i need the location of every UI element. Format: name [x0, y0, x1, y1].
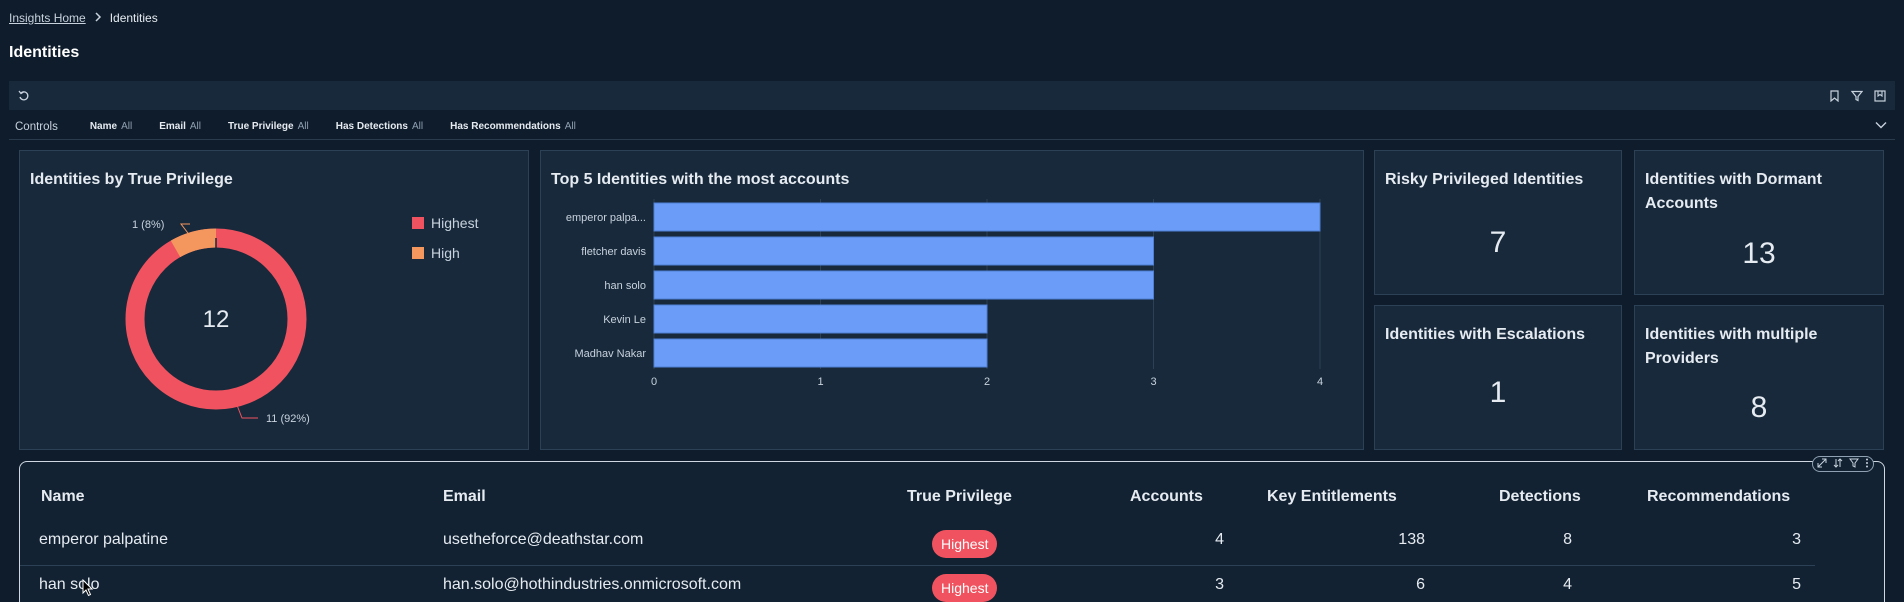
legend-item-high[interactable]: High [412, 238, 478, 268]
donut-label-high: 1 (8%) [132, 219, 164, 231]
filter-name[interactable]: Name All [90, 121, 132, 132]
column-header-email[interactable]: Email [443, 488, 486, 506]
y-category-label: Kevin Le [603, 314, 646, 326]
y-category-label: han solo [604, 280, 646, 292]
controls-label: Controls [15, 120, 58, 133]
column-header-detections[interactable]: Detections [1499, 488, 1581, 506]
bar[interactable] [653, 338, 988, 368]
y-category-label: emperor palpa... [566, 212, 646, 224]
x-tick-label: 0 [651, 376, 657, 388]
filter-label: Name [89, 121, 118, 132]
x-tick-label: 1 [817, 376, 823, 388]
bookmark-icon[interactable] [1827, 89, 1841, 103]
kpi-title: Identities with multiple Providers [1645, 326, 1818, 367]
column-header-accounts[interactable]: Accounts [1130, 488, 1203, 506]
column-header-recommendations[interactable]: Recommendations [1647, 488, 1790, 506]
sort-icon[interactable] [1833, 455, 1843, 473]
privilege-donut-chart: 12 1 (8%) 11 (92%) [125, 219, 310, 425]
kpi-escalations[interactable]: Identities with Escalations 1 [1374, 305, 1622, 450]
x-tick-label: 4 [1317, 376, 1323, 388]
row-divider [20, 565, 1815, 566]
kpi-value: 7 [1489, 226, 1507, 259]
bar[interactable] [653, 202, 1321, 232]
cell-recommendations: 5 [1792, 576, 1801, 593]
kpi-title: Risky Privileged Identities [1385, 171, 1584, 188]
cell-accounts: 4 [1215, 531, 1224, 548]
filter-has-recommendations[interactable]: Has Recommendations All [450, 121, 576, 132]
breadcrumb: Insights Home Identities [9, 11, 158, 25]
top-identities-bar-card: Top 5 Identities with the most accounts … [540, 150, 1364, 450]
mouse-pointer-icon [82, 579, 94, 597]
filter-value: All [121, 121, 133, 132]
filter-label: Email [159, 121, 186, 132]
filter-label: Has Detections [335, 121, 408, 132]
bar[interactable] [653, 236, 1154, 266]
cell-detections: 4 [1563, 576, 1572, 593]
dashboard-toolbar [9, 81, 1895, 110]
donut-legend: Highest High [412, 208, 478, 268]
bar[interactable] [653, 270, 1154, 300]
legend-item-highest[interactable]: Highest [412, 208, 478, 238]
donut-label-highest: 11 (92%) [266, 413, 310, 425]
expand-icon[interactable] [1817, 455, 1827, 473]
kpi-multiple-providers[interactable]: Identities with multiple Providers 8 [1634, 305, 1884, 450]
bar[interactable] [653, 304, 988, 334]
filter-icon[interactable] [1850, 89, 1864, 103]
donut-center-value: 12 [203, 306, 230, 333]
filter-label: True Privilege [228, 121, 294, 132]
breadcrumb-insights-home-link[interactable]: Insights Home [9, 11, 86, 25]
page-title: Identities [9, 44, 80, 61]
privilege-badge: Highest [932, 530, 998, 558]
kpi-risky-privileged[interactable]: Risky Privileged Identities 7 [1374, 150, 1622, 295]
cell-email: han.solo@hothindustries.onmicrosoft.com [443, 576, 742, 593]
kpi-dormant-accounts[interactable]: Identities with Dormant Accounts 13 [1634, 150, 1884, 295]
identities-table: Name Email True Privilege Accounts Key E… [19, 456, 1885, 602]
refresh-icon[interactable] [17, 89, 31, 103]
y-category-label: Madhav Nakar [574, 348, 646, 360]
legend-label: Highest [431, 215, 479, 231]
chevron-right-icon [94, 11, 102, 25]
cell-key-entitlements: 138 [1398, 531, 1425, 548]
column-header-key-entitlements[interactable]: Key Entitlements [1267, 488, 1397, 506]
filter-has-detections[interactable]: Has Detections All [336, 121, 423, 132]
filter-value: All [564, 121, 576, 132]
more-options-icon[interactable] [1865, 455, 1869, 473]
filter-email[interactable]: Email All [159, 121, 201, 132]
privilege-donut-card: Identities by True Privilege 12 1 (8%) 1… [19, 150, 529, 450]
cell-accounts: 3 [1215, 576, 1224, 593]
x-tick-label: 3 [1150, 376, 1156, 388]
cell-recommendations: 3 [1792, 531, 1801, 548]
kpi-value: 13 [1742, 237, 1776, 270]
breadcrumb-current: Identities [109, 11, 158, 25]
legend-label: High [431, 245, 460, 261]
legend-swatch-highest [412, 217, 424, 229]
column-header-true-privilege[interactable]: True Privilege [907, 488, 1012, 506]
privilege-badge: Highest [932, 574, 998, 602]
filter-true-privilege[interactable]: True Privilege All [228, 121, 309, 132]
y-category-label: fletcher davis [581, 246, 646, 258]
filter-icon[interactable] [1849, 455, 1859, 473]
controls-bar: Controls Name All Email All True Privilege… [9, 114, 1895, 140]
kpi-value: 1 [1489, 376, 1507, 409]
kpi-value: 8 [1750, 391, 1768, 424]
kpi-title: Identities with Dormant Accounts [1645, 171, 1822, 212]
cell-email: usetheforce@deathstar.com [443, 531, 644, 548]
kpi-title: Identities with Escalations [1385, 326, 1586, 343]
filter-value: All [297, 121, 309, 132]
table-toolbar [1812, 456, 1874, 472]
cell-key-entitlements: 6 [1416, 576, 1425, 593]
column-header-name[interactable]: Name [41, 488, 85, 506]
donut-slice-high[interactable] [170, 228, 217, 258]
filter-label: Has Recommendations [450, 121, 561, 132]
filter-value: All [189, 121, 202, 132]
chevron-down-icon[interactable] [1875, 120, 1887, 132]
filter-value: All [411, 121, 424, 132]
save-view-icon[interactable] [1873, 89, 1887, 103]
legend-swatch-high [412, 247, 424, 259]
x-tick-label: 2 [984, 376, 990, 388]
top-identities-bar-chart: 0 1 2 3 4 emperor palpa... fletcher davis han s… [566, 199, 1323, 388]
cell-detections: 8 [1563, 531, 1572, 548]
cell-name: emperor palpatine [39, 531, 168, 548]
